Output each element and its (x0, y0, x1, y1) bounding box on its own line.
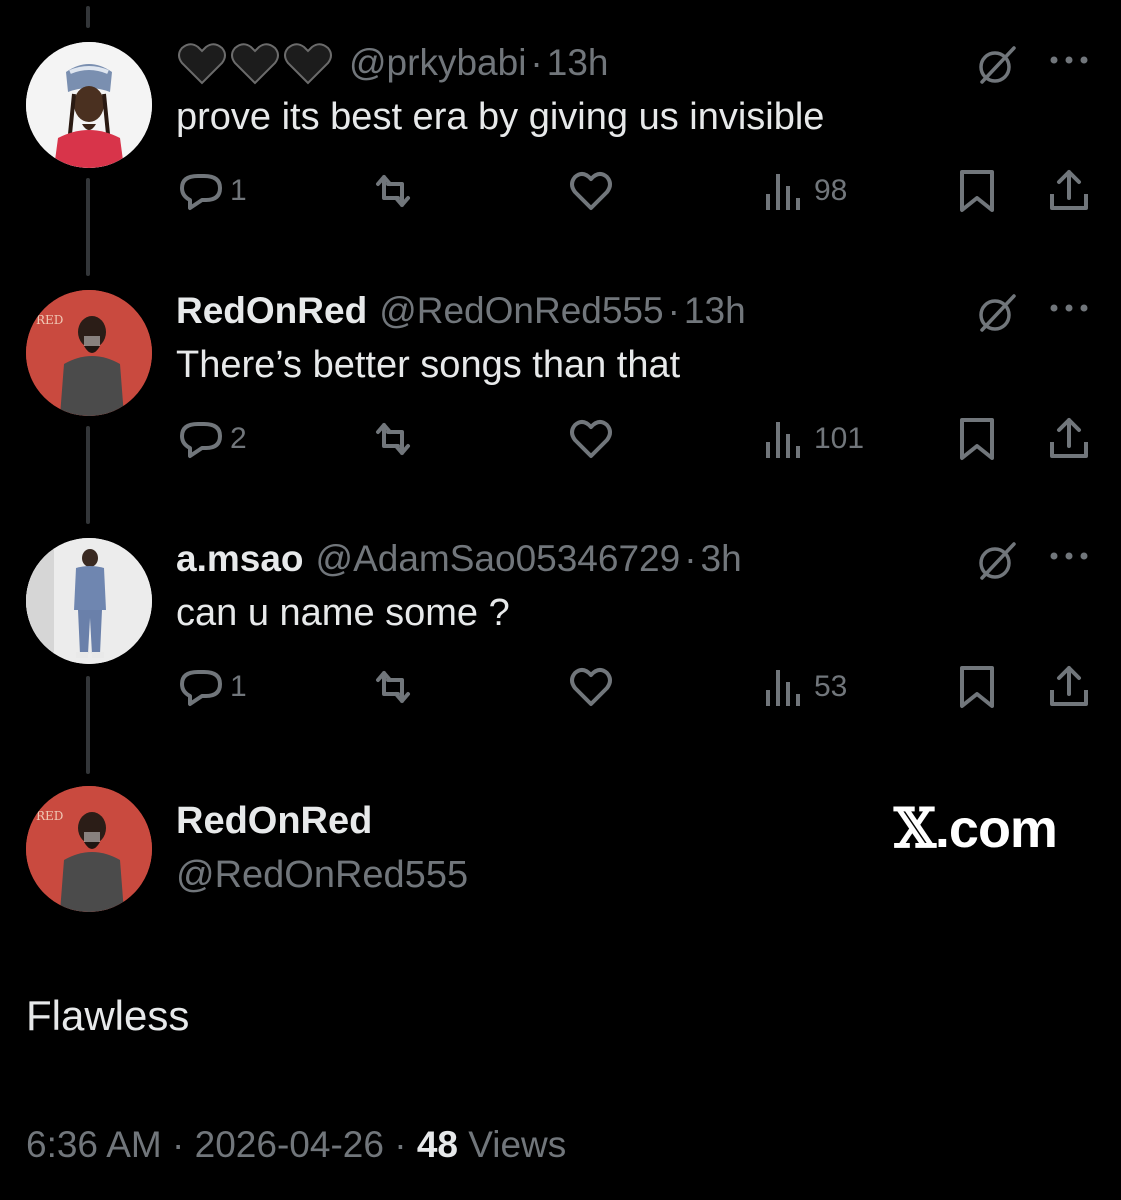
retweet-icon (376, 671, 410, 703)
grok-icon[interactable] (974, 290, 1020, 336)
reply-header: RedOnRed @RedOnRed555 · 13h (176, 286, 746, 336)
separator: · (172, 1124, 185, 1165)
views-button[interactable]: 98 (760, 166, 847, 216)
bookmark-button[interactable] (952, 166, 1002, 216)
views-count: 98 (814, 174, 848, 207)
views-icon (766, 422, 800, 458)
thread-line-3 (86, 676, 90, 774)
views-count: 53 (814, 670, 848, 703)
views-button[interactable]: 101 (760, 414, 864, 464)
x-brand-logo: 𝕏.com (894, 796, 1058, 860)
reply-text: There’s better songs than that (176, 344, 681, 386)
thread-line-2 (86, 426, 90, 524)
share-icon (1050, 418, 1088, 458)
like-icon (570, 172, 612, 210)
retweet-icon (376, 175, 410, 207)
bookmark-button[interactable] (952, 414, 1002, 464)
avatar[interactable]: RED (26, 290, 152, 416)
reply-count: 1 (230, 174, 247, 207)
views-button[interactable]: 53 (760, 662, 847, 712)
separator: · (684, 538, 697, 579)
grok-icon[interactable] (974, 42, 1020, 88)
svg-text:RED: RED (36, 313, 63, 327)
reply-count: 2 (230, 422, 247, 455)
display-name[interactable]: RedOnRed (176, 290, 367, 332)
user-handle[interactable]: @AdamSao05346729 (316, 538, 681, 580)
main-tweet-text: Flawless (26, 992, 190, 1039)
main-display-name[interactable]: RedOnRed (176, 800, 372, 843)
retweet-button[interactable] (368, 414, 418, 464)
bookmark-button[interactable] (952, 662, 1002, 712)
main-views-count: 48 (416, 1124, 458, 1165)
display-name-hearts[interactable] (176, 41, 335, 85)
avatar[interactable] (26, 538, 152, 664)
like-icon (570, 668, 612, 706)
reply-icon (180, 422, 222, 458)
reply-text: can u name some ? (176, 592, 510, 634)
x-brand-domain: .com (934, 799, 1058, 859)
like-button[interactable] (566, 662, 616, 712)
more-icon[interactable] (1046, 298, 1092, 318)
retweet-button[interactable] (368, 166, 418, 216)
bookmark-icon (960, 666, 994, 708)
retweet-icon (376, 423, 410, 455)
views-icon (766, 174, 800, 210)
user-handle[interactable]: @RedOnRed555 (379, 290, 663, 332)
like-button[interactable] (566, 166, 616, 216)
separator: · (530, 42, 543, 83)
tweet-date[interactable]: 2026-04-26 (195, 1124, 384, 1165)
like-icon (570, 420, 612, 458)
reply-icon (180, 174, 222, 210)
thread-line-top (86, 6, 90, 28)
retweet-button[interactable] (368, 662, 418, 712)
bookmark-icon (960, 418, 994, 460)
timestamp[interactable]: 3h (701, 538, 742, 580)
main-user-handle[interactable]: @RedOnRed555 (176, 854, 468, 897)
black-heart-icon (284, 43, 332, 85)
black-heart-icon (231, 43, 279, 85)
reply-count: 1 (230, 670, 247, 703)
thread-line-1 (86, 178, 90, 276)
reply-button[interactable]: 2 (176, 414, 247, 464)
x-logo-glyph: 𝕏 (894, 796, 936, 860)
avatar[interactable] (26, 42, 152, 168)
more-icon[interactable] (1046, 546, 1092, 566)
reply-button[interactable]: 1 (176, 662, 247, 712)
tweet-meta: 6:36 AM · 2026-04-26 · 48 Views (26, 1124, 566, 1166)
black-heart-icon (178, 43, 226, 85)
share-icon (1050, 666, 1088, 706)
svg-text:RED: RED (36, 809, 63, 823)
separator: · (667, 290, 680, 331)
reply-icon (180, 670, 222, 706)
timestamp[interactable]: 13h (547, 42, 609, 84)
views-count: 101 (814, 422, 865, 455)
views-icon (766, 670, 800, 706)
share-icon (1050, 170, 1088, 210)
grok-icon[interactable] (974, 538, 1020, 584)
tweet-time[interactable]: 6:36 AM (26, 1124, 162, 1165)
reply-header: @prkybabi · 13h (176, 38, 608, 88)
user-handle[interactable]: @prkybabi (349, 42, 526, 84)
views-label: Views (468, 1124, 567, 1165)
share-button[interactable] (1044, 414, 1094, 464)
reply-header: a.msao @AdamSao05346729 · 3h (176, 534, 742, 584)
like-button[interactable] (566, 414, 616, 464)
bookmark-icon (960, 170, 994, 212)
display-name[interactable]: a.msao (176, 538, 304, 580)
more-icon[interactable] (1046, 50, 1092, 70)
reply-button[interactable]: 1 (176, 166, 247, 216)
reply-text: prove its best era by giving us invisibl… (176, 96, 825, 138)
share-button[interactable] (1044, 662, 1094, 712)
timestamp[interactable]: 13h (684, 290, 746, 332)
avatar[interactable]: RED (26, 786, 152, 912)
share-button[interactable] (1044, 166, 1094, 216)
separator: · (394, 1124, 407, 1165)
